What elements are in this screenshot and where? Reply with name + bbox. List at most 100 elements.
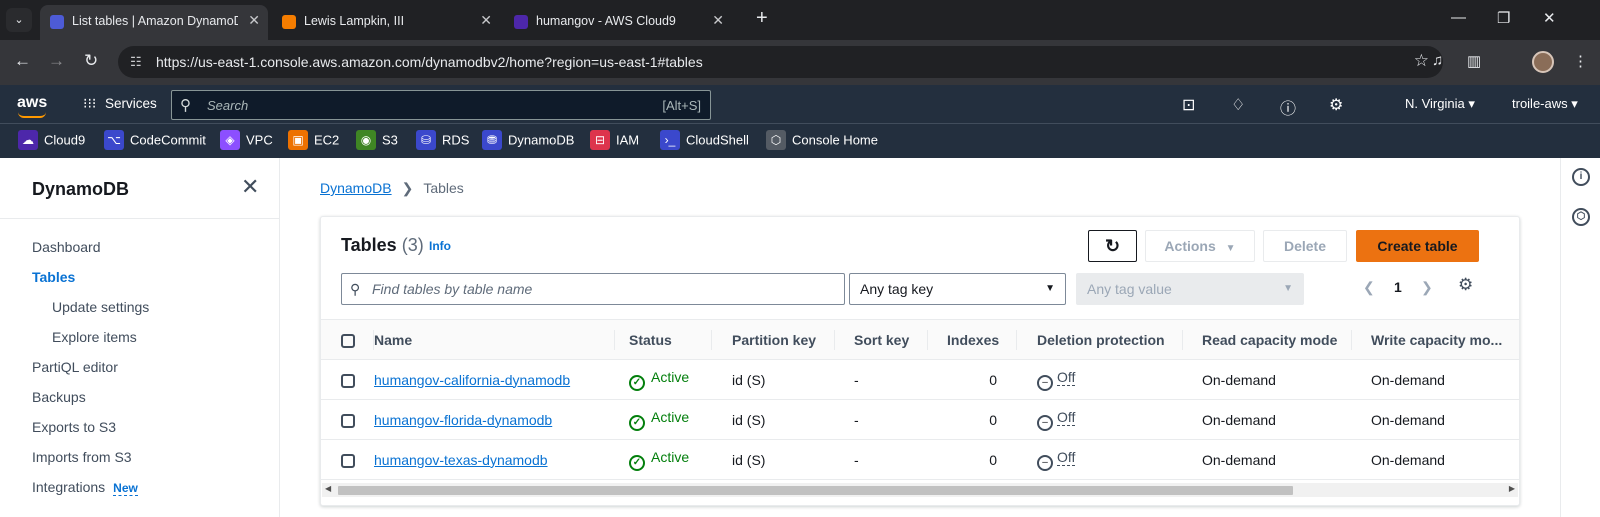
- row-checkbox[interactable]: [341, 373, 355, 388]
- favorite-cloudshell[interactable]: ›_ CloudShell: [660, 130, 749, 152]
- scroll-right-arrow-icon[interactable]: ▶: [1509, 484, 1515, 493]
- tag-key-select[interactable]: Any tag key ▼: [849, 273, 1066, 305]
- sidebar-item-partiql-editor[interactable]: PartiQL editor: [32, 359, 118, 375]
- sidebar-item-explore-items[interactable]: Explore items: [52, 329, 137, 345]
- ec2-icon: ▣: [288, 130, 308, 150]
- sidebar-item-exports-to-s3[interactable]: Exports to S3: [32, 419, 116, 435]
- next-page-icon[interactable]: ❯: [1421, 279, 1433, 296]
- create-table-button[interactable]: Create table: [1356, 230, 1479, 262]
- table-header-row: Name▲ Status Partition key Sort key Inde…: [321, 319, 1519, 360]
- scroll-left-arrow-icon[interactable]: ◀: [325, 484, 331, 493]
- forward-arrow-icon[interactable]: →: [48, 51, 65, 71]
- region-selector[interactable]: N. Virginia ▾: [1405, 96, 1475, 112]
- favorite-codecommit[interactable]: ⌥ CodeCommit: [104, 130, 206, 152]
- column-header-partition-key[interactable]: Partition key: [712, 319, 835, 360]
- select-all-checkbox[interactable]: [341, 333, 355, 348]
- column-header-name[interactable]: Name▲: [374, 319, 615, 360]
- sidebar-item-integrations[interactable]: Integrations New: [32, 479, 138, 496]
- refresh-button[interactable]: ↻: [1088, 230, 1137, 262]
- aws-search-input[interactable]: ⚲ Search [Alt+S]: [171, 90, 711, 120]
- column-header-status[interactable]: Status: [615, 319, 712, 360]
- favorite-cloud9[interactable]: ☁ Cloud9: [18, 130, 85, 152]
- favorite-dynamodb[interactable]: ⛃ DynamoDB: [482, 130, 574, 152]
- settings-gear-icon[interactable]: ⚙: [1329, 95, 1343, 115]
- breadcrumb-dynamodb[interactable]: DynamoDB: [320, 180, 392, 196]
- browser-tab-blogger[interactable]: Lewis Lampkin, III ✕: [272, 5, 500, 40]
- sidebar-item-imports-from-s3[interactable]: Imports from S3: [32, 449, 132, 465]
- tag-value-select[interactable]: Any tag value ▼: [1076, 273, 1304, 305]
- new-tab-plus-icon[interactable]: +: [756, 7, 768, 30]
- delete-button[interactable]: Delete: [1263, 230, 1347, 262]
- row-checkbox[interactable]: [341, 453, 355, 468]
- scrollbar-thumb[interactable]: [338, 486, 1293, 495]
- column-header-indexes[interactable]: Indexes: [928, 319, 1017, 360]
- column-header-deletion-protection[interactable]: Deletion protection: [1017, 319, 1183, 360]
- current-page-number[interactable]: 1: [1394, 279, 1402, 295]
- actions-button[interactable]: Actions ▼: [1145, 230, 1255, 262]
- sidenav-title[interactable]: DynamoDB: [32, 179, 129, 200]
- minimize-icon[interactable]: —: [1451, 9, 1466, 26]
- table-name-link[interactable]: humangov-florida-dynamodb: [374, 412, 552, 428]
- table-settings-gear-icon[interactable]: ⚙: [1458, 275, 1473, 295]
- column-header-write-capacity-mode[interactable]: Write capacity mo...: [1352, 319, 1519, 360]
- back-arrow-icon[interactable]: ←: [14, 51, 31, 71]
- media-control-icon[interactable]: ♫: [1432, 52, 1443, 69]
- aws-logo[interactable]: aws: [17, 94, 47, 118]
- services-menu-button[interactable]: ⁝⁝⁝ Services: [83, 95, 157, 112]
- url-text[interactable]: https://us-east-1.console.aws.amazon.com…: [156, 54, 703, 70]
- create-table-label: Create table: [1377, 238, 1458, 254]
- close-tab-icon[interactable]: ✕: [480, 12, 492, 29]
- check-circle-icon: ✓: [629, 454, 645, 471]
- row-checkbox[interactable]: [341, 413, 355, 428]
- tab-search-button[interactable]: ⌄: [6, 8, 32, 32]
- browser-tab-cloud9[interactable]: humangov - AWS Cloud9 ✕: [504, 5, 732, 40]
- table-row[interactable]: humangov-florida-dynamodb ✓ Active id (S)…: [321, 399, 1519, 440]
- find-tables-input[interactable]: [372, 275, 832, 303]
- deletion-protection-value[interactable]: Off: [1057, 408, 1076, 426]
- favorite-ec2[interactable]: ▣ EC2: [288, 130, 339, 152]
- info-link[interactable]: Info: [429, 239, 451, 253]
- browser-menu-icon[interactable]: ⋮: [1573, 52, 1588, 70]
- favorite-s3[interactable]: ◉ S3: [356, 130, 398, 152]
- browser-tab-dynamodb[interactable]: List tables | Amazon DynamoDB ✕: [40, 5, 268, 40]
- close-tab-icon[interactable]: ✕: [712, 12, 724, 29]
- help-icon[interactable]: ⓘ: [1280, 95, 1296, 119]
- sidebar-item-backups[interactable]: Backups: [32, 389, 86, 405]
- deletion-protection-value[interactable]: Off: [1057, 368, 1076, 386]
- tag-key-value: Any tag key: [860, 281, 934, 297]
- favorite-vpc[interactable]: ◈ VPC: [220, 130, 273, 152]
- horizontal-scrollbar[interactable]: ◀ ▶: [322, 483, 1518, 497]
- favorite-console-home[interactable]: ⬡ Console Home: [766, 130, 878, 152]
- deletion-protection-value[interactable]: Off: [1057, 448, 1076, 466]
- reload-icon[interactable]: ↻: [84, 51, 98, 71]
- panel-title: Tables (3): [341, 235, 424, 256]
- close-nav-icon[interactable]: ✕: [241, 174, 259, 200]
- sort-key-cell: -: [835, 359, 928, 400]
- sidebar-item-dashboard[interactable]: Dashboard: [32, 239, 101, 255]
- table-name-link[interactable]: humangov-california-dynamodb: [374, 372, 570, 388]
- info-panel-icon[interactable]: i: [1572, 168, 1590, 186]
- account-menu[interactable]: troile-aws ▾: [1512, 96, 1578, 112]
- restore-icon[interactable]: ❐: [1497, 9, 1510, 27]
- profile-avatar[interactable]: [1532, 51, 1554, 73]
- column-header-sort-key[interactable]: Sort key: [835, 319, 928, 360]
- close-tab-icon[interactable]: ✕: [248, 12, 260, 29]
- table-row[interactable]: humangov-texas-dynamodb ✓ Active id (S) -…: [321, 439, 1519, 480]
- table-row[interactable]: humangov-california-dynamodb ✓ Active id …: [321, 359, 1519, 400]
- side-panel-icon[interactable]: ▥: [1467, 52, 1481, 70]
- address-bar[interactable]: ☷ https://us-east-1.console.aws.amazon.c…: [118, 46, 1443, 78]
- resources-panel-icon[interactable]: ⬡: [1572, 208, 1590, 226]
- column-header-read-capacity-mode[interactable]: Read capacity mode: [1183, 319, 1352, 360]
- bookmark-star-icon[interactable]: ☆: [1414, 51, 1429, 71]
- window-close-icon[interactable]: ✕: [1543, 9, 1556, 27]
- table-name-link[interactable]: humangov-texas-dynamodb: [374, 452, 548, 468]
- notifications-bell-icon[interactable]: ♢: [1231, 95, 1245, 115]
- cloudshell-icon[interactable]: ⊡: [1182, 95, 1195, 115]
- favorite-iam[interactable]: ⊟ IAM: [590, 130, 639, 152]
- sidebar-item-update-settings[interactable]: Update settings: [52, 299, 149, 315]
- previous-page-icon[interactable]: ❮: [1363, 279, 1375, 296]
- sidebar-item-tables[interactable]: Tables: [32, 269, 75, 285]
- favorite-rds[interactable]: ⛁ RDS: [416, 130, 469, 152]
- favorite-label: Cloud9: [44, 132, 86, 148]
- site-info-icon[interactable]: ☷: [130, 54, 142, 70]
